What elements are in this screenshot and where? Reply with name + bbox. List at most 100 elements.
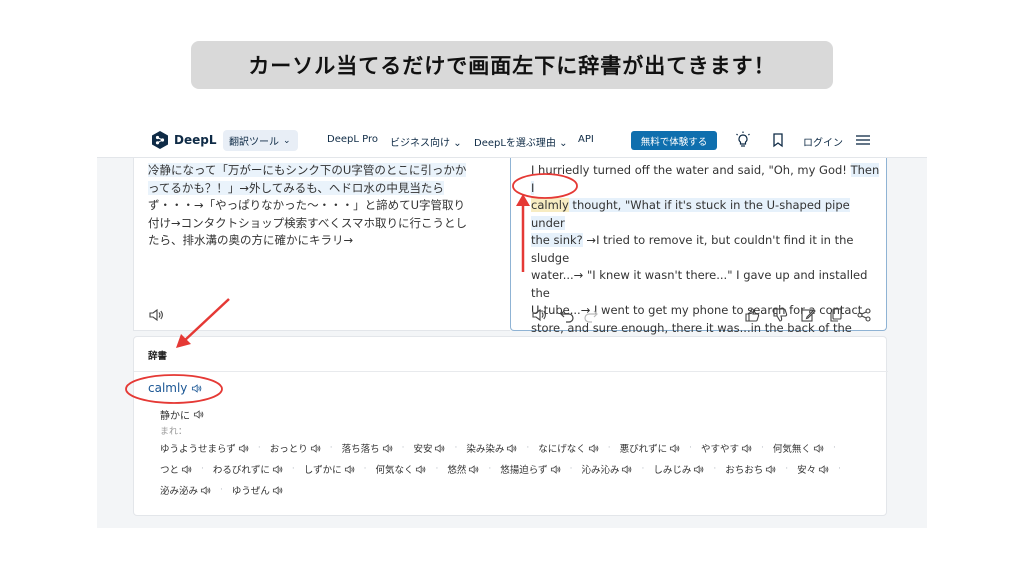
speaker-icon[interactable] bbox=[669, 443, 680, 454]
speaker-icon[interactable] bbox=[818, 464, 829, 475]
translation-panel[interactable]: I hurriedly turned off the water and sai… bbox=[510, 158, 887, 352]
synonym-text: ゆうぜん bbox=[231, 486, 270, 497]
thumbs-up-icon[interactable] bbox=[744, 307, 760, 323]
synonym-row: つと · わるびれずに · しずかに · 何気なく · 悠然 · 悠揚迫らず · 沁み沁み · しみじみ · お… bbox=[160, 462, 850, 476]
separator-dot: · bbox=[526, 443, 530, 453]
speaker-icon[interactable] bbox=[588, 443, 599, 454]
speaker-icon[interactable] bbox=[550, 464, 561, 475]
synonym-item[interactable]: おっとり bbox=[270, 441, 321, 455]
synonym-item[interactable]: 泌み泌み bbox=[160, 483, 211, 497]
speaker-icon[interactable] bbox=[272, 464, 283, 475]
bookmark-icon[interactable] bbox=[769, 131, 787, 149]
synonym-text: 染み染み bbox=[466, 444, 505, 455]
speaker-icon[interactable] bbox=[741, 443, 752, 454]
speaker-icon[interactable] bbox=[506, 443, 517, 454]
speaker-icon[interactable] bbox=[434, 443, 445, 454]
synonym-item[interactable]: ゆうぜん bbox=[232, 483, 283, 497]
source-line-text: ってるかも？！」→外してみるも、ヘドロ水の中見当たら bbox=[148, 180, 444, 195]
synonym-item[interactable]: ゆうようせまらず bbox=[160, 441, 249, 455]
synonym-item[interactable]: 安安 bbox=[413, 441, 445, 455]
synonym-text: 何気無く bbox=[772, 444, 811, 455]
dictionary-headword[interactable]: calmly bbox=[148, 381, 202, 395]
synonym-item[interactable]: わるびれずに bbox=[213, 462, 283, 476]
nav-link-why-deepl-label: DeepLを選ぶ理由 bbox=[474, 138, 556, 149]
synonym-text: 沁み沁み bbox=[581, 465, 620, 476]
speaker-icon[interactable] bbox=[272, 485, 283, 496]
separator-dot: · bbox=[363, 464, 367, 474]
synonym-item[interactable]: しずかに bbox=[304, 462, 355, 476]
deepl-logo-icon[interactable] bbox=[150, 130, 170, 150]
speaker-icon[interactable] bbox=[193, 409, 204, 420]
synonym-text: 安々 bbox=[797, 465, 817, 476]
synonym-item[interactable]: 沁み沁み bbox=[581, 462, 632, 476]
brand-name[interactable]: DeepL bbox=[174, 133, 216, 147]
share-icon[interactable] bbox=[856, 307, 872, 323]
speaker-icon[interactable] bbox=[344, 464, 355, 475]
speaker-icon[interactable] bbox=[191, 383, 202, 394]
dictionary-panel: 辞書 calmly 静かに まれ： ゆうようせまらず · おっとり · 落ち落ち… bbox=[133, 336, 888, 516]
synonym-item[interactable]: 悠揚迫らず bbox=[500, 462, 560, 476]
translation-line-text: thought, "What if it's stuck in the U-sh… bbox=[531, 198, 850, 230]
meaning-text: 静かに bbox=[160, 411, 190, 422]
undo-icon[interactable] bbox=[559, 307, 575, 323]
separator-dot: · bbox=[569, 464, 573, 474]
synonym-text: 悠揚迫らず bbox=[500, 465, 548, 476]
separator-dot: · bbox=[713, 464, 717, 474]
synonym-item[interactable]: 染み染み bbox=[466, 441, 517, 455]
synonym-item[interactable]: つと bbox=[160, 462, 192, 476]
menu-icon[interactable] bbox=[854, 131, 872, 149]
dictionary-meaning[interactable]: 静かに bbox=[160, 407, 204, 422]
nav-link-api[interactable]: API bbox=[578, 134, 594, 145]
synonym-item[interactable]: 落ち落ち bbox=[342, 441, 393, 455]
synonym-item[interactable]: 何気なく bbox=[375, 462, 426, 476]
nav-link-why-deepl[interactable]: DeepLを選ぶ理由 ⌄ bbox=[474, 134, 568, 149]
separator-dot: · bbox=[761, 443, 764, 453]
source-text[interactable]: 冷静になって「万がーにもシンク下のU字管のとこに引っかか ってるかも？！」→外し… bbox=[148, 162, 500, 250]
synonym-item[interactable]: おちおち bbox=[725, 462, 776, 476]
speaker-icon[interactable] bbox=[238, 443, 249, 454]
speaker-icon[interactable] bbox=[415, 464, 426, 475]
translator-dropdown[interactable]: 翻訳ツール ⌄ bbox=[223, 130, 298, 151]
edit-icon[interactable] bbox=[800, 307, 816, 323]
synonym-item[interactable]: しみじみ bbox=[653, 462, 704, 476]
synonym-text: やすやす bbox=[701, 444, 740, 455]
translation-line-text: I hurriedly turned off the water and sai… bbox=[531, 163, 851, 177]
speaker-icon[interactable] bbox=[200, 485, 211, 496]
thumbs-down-icon[interactable] bbox=[772, 307, 788, 323]
speaker-icon[interactable] bbox=[382, 443, 393, 454]
speaker-icon[interactable] bbox=[310, 443, 321, 454]
deepl-screenshot: DeepL 翻訳ツール ⌄ DeepL Pro ビジネス向け ⌄ DeepLを選… bbox=[97, 122, 927, 528]
translation-text[interactable]: I hurriedly turned off the water and sai… bbox=[531, 162, 881, 355]
headword-text: calmly bbox=[148, 381, 188, 395]
source-line-text: 冷静になって「万がーにもシンク下のU字管のとこに引っかか bbox=[148, 163, 467, 177]
speaker-icon[interactable] bbox=[813, 443, 824, 454]
hovered-word-calmly[interactable]: calmly bbox=[531, 198, 569, 212]
speaker-icon[interactable] bbox=[148, 307, 164, 323]
translation-line: water...→ "I knew it wasn't there..." I … bbox=[531, 268, 868, 300]
try-free-button[interactable]: 無料で体験する bbox=[631, 131, 717, 150]
copy-icon[interactable] bbox=[828, 307, 844, 323]
nav-link-business[interactable]: ビジネス向け ⌄ bbox=[390, 134, 462, 149]
synonym-item[interactable]: なにげなく bbox=[538, 441, 599, 455]
synonym-item[interactable]: 何気無く bbox=[773, 441, 824, 455]
synonym-item[interactable]: 悪びれずに bbox=[620, 441, 681, 455]
speaker-icon[interactable] bbox=[765, 464, 776, 475]
synonym-text: なにげなく bbox=[538, 444, 586, 455]
synonym-item[interactable]: 悠然 bbox=[447, 462, 479, 476]
source-text-panel[interactable]: 冷静になって「万がーにもシンク下のU字管のとこに引っかか ってるかも？！」→外し… bbox=[133, 158, 510, 331]
stage: カーソル当てるだけで画面左下に辞書が出てきます！ DeepL 翻訳ツール ⌄ D… bbox=[0, 0, 1024, 576]
nav-link-deepl-pro[interactable]: DeepL Pro bbox=[327, 134, 378, 145]
caption-banner: カーソル当てるだけで画面左下に辞書が出てきます！ bbox=[191, 41, 833, 89]
speaker-icon[interactable] bbox=[468, 464, 479, 475]
synonym-text: わるびれずに bbox=[212, 465, 270, 476]
synonym-item[interactable]: やすやす bbox=[701, 441, 752, 455]
separator-dot: · bbox=[220, 485, 223, 495]
speaker-icon[interactable] bbox=[181, 464, 192, 475]
speaker-icon[interactable] bbox=[693, 464, 704, 475]
redo-icon[interactable] bbox=[583, 307, 599, 323]
speaker-icon[interactable] bbox=[531, 307, 547, 323]
speaker-icon[interactable] bbox=[621, 464, 632, 475]
login-link[interactable]: ログイン bbox=[803, 134, 843, 149]
synonym-item[interactable]: 安々 bbox=[797, 462, 829, 476]
lightbulb-icon[interactable] bbox=[734, 131, 752, 149]
